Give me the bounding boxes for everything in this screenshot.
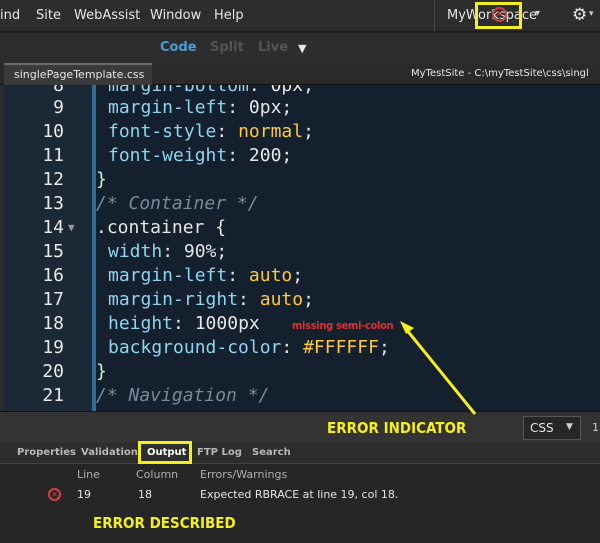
- fold-arrow-icon[interactable]: ▼: [68, 216, 75, 240]
- code-text: margin-right: auto;: [108, 289, 314, 310]
- menu-item-webassist[interactable]: WebAssist: [74, 8, 140, 23]
- code-line: 13 /* Container */: [4, 192, 600, 216]
- line-number: 9: [53, 97, 64, 118]
- code-text: margin-left: auto;: [108, 265, 304, 286]
- missing-semicolon-annotation: missing semi-colon: [292, 319, 394, 332]
- line-number: 15: [42, 241, 64, 262]
- error-column-cell[interactable]: 18: [138, 488, 152, 501]
- code-view-button[interactable]: Code: [160, 40, 197, 55]
- file-tab-label: singlePageTemplate.css: [14, 68, 145, 81]
- error-line-cell[interactable]: 19: [77, 488, 91, 501]
- column-header-line[interactable]: Line: [77, 468, 100, 481]
- code-line: 10 font-style: normal;: [4, 120, 600, 144]
- code-line: 12 }: [4, 168, 600, 192]
- code-text: }: [96, 169, 107, 190]
- code-line: 15 width: 90%;: [4, 240, 600, 264]
- language-label: CSS: [530, 421, 554, 435]
- code-text: width: 90%;: [108, 241, 228, 262]
- code-text: font-style: normal;: [108, 121, 314, 142]
- document-tab-bar: singlePageTemplate.css MyTestSite - C:\m…: [0, 63, 600, 85]
- code-text: height: 1000px: [108, 313, 260, 334]
- code-text: margin-left: 0px;: [108, 97, 293, 118]
- column-header-errors[interactable]: Errors/Warnings: [200, 468, 287, 481]
- status-bar: CSS ▼ 1: [0, 411, 600, 443]
- code-comment: /* Navigation */: [96, 385, 270, 406]
- output-tab-highlight: [138, 441, 192, 464]
- code-line: 16 margin-left: auto;: [4, 264, 600, 288]
- code-comment: /* Container */: [96, 193, 259, 214]
- gear-icon[interactable]: ⚙: [572, 5, 587, 25]
- tab-properties[interactable]: Properties: [17, 447, 76, 458]
- tab-search[interactable]: Search: [252, 447, 291, 458]
- line-number: 10: [42, 121, 64, 142]
- line-number: 17: [42, 289, 64, 310]
- error-circle-icon: ✕: [48, 488, 61, 501]
- line-number: 14: [42, 217, 64, 238]
- code-line: 11 font-weight: 200;: [4, 144, 600, 168]
- line-number: 20: [42, 361, 64, 382]
- code-line: 19 background-color: #FFFFFF;: [4, 336, 600, 360]
- code-line: 21 /* Navigation */: [4, 384, 600, 408]
- chevron-down-icon: ▾: [535, 8, 541, 19]
- column-header-column[interactable]: Column: [136, 468, 178, 481]
- menu-item-site[interactable]: Site: [36, 8, 61, 23]
- line-number: 18: [42, 313, 64, 334]
- error-circle-icon[interactable]: ✕: [492, 7, 507, 22]
- code-text: .container {: [96, 217, 227, 238]
- error-described-annotation: ERROR DESCRIBED: [93, 514, 236, 532]
- chevron-down-icon[interactable]: ▾: [589, 9, 594, 19]
- tab-validation[interactable]: Validation: [81, 447, 138, 458]
- code-text: font-weight: 200;: [108, 145, 293, 166]
- code-text: background-color: #FFFFFF;: [108, 337, 390, 358]
- live-view-button[interactable]: Live: [258, 40, 288, 55]
- code-line: 9 margin-left: 0px;: [4, 96, 600, 120]
- line-number: 21: [42, 385, 64, 406]
- chevron-down-icon: ▼: [566, 422, 573, 432]
- code-line: 20 }: [4, 360, 600, 384]
- tab-ftp-log[interactable]: FTP Log: [197, 447, 242, 458]
- menu-item-find[interactable]: ind: [0, 8, 20, 23]
- line-number: 16: [42, 265, 64, 286]
- panel-tab-bar: Properties Validation Output FTP Log Sea…: [0, 443, 600, 464]
- chevron-down-icon[interactable]: ▼: [298, 42, 306, 55]
- code-editor[interactable]: 8 margin-bottom: 0px; 9 margin-left: 0px…: [4, 85, 600, 411]
- menu-item-help[interactable]: Help: [214, 8, 244, 23]
- split-view-button[interactable]: Split: [210, 40, 244, 55]
- menu-item-window[interactable]: Window: [150, 8, 201, 23]
- file-tab[interactable]: singlePageTemplate.css: [4, 63, 152, 85]
- file-path: MyTestSite - C:\myTestSite\css\singl: [411, 68, 589, 79]
- language-select[interactable]: CSS ▼: [523, 416, 581, 440]
- code-text: }: [96, 361, 107, 382]
- status-bar-overflow: 1: [592, 421, 599, 434]
- code-line: 17 margin-right: auto;: [4, 288, 600, 312]
- error-message-cell[interactable]: Expected RBRACE at line 19, col 18.: [200, 488, 398, 501]
- line-number: 12: [42, 169, 64, 190]
- line-number: 13: [42, 193, 64, 214]
- error-indicator-annotation: ERROR INDICATOR: [327, 419, 467, 437]
- output-panel: Line Column Errors/Warnings ✕ 19 18 Expe…: [0, 464, 600, 543]
- code-line: 14 ▼ .container {: [4, 216, 600, 240]
- view-toolbar: Code Split Live ▼: [0, 33, 600, 63]
- line-number: 11: [42, 145, 64, 166]
- line-number: 19: [42, 337, 64, 358]
